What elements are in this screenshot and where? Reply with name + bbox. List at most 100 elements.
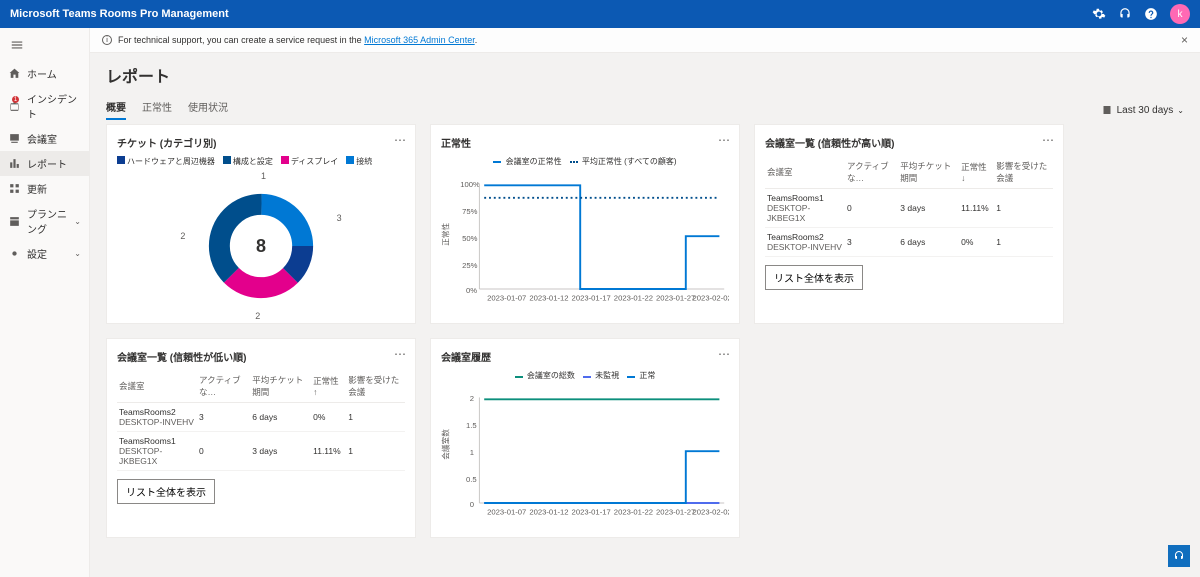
chart-legend: 会議室の総数 未監視 正常 [441, 370, 729, 381]
rooms-table: 会議室 アクティブな… 平均チケット期間 正常性 ↑ 影響を受けた会議 Team… [117, 370, 405, 471]
topbar-actions: k [1092, 4, 1190, 24]
date-range-picker[interactable]: Last 30 days ⌄ [1101, 104, 1184, 116]
chart-legend: ハードウェアと周辺機器 構成と設定 ディスプレイ 接続 [117, 156, 405, 167]
tab-usage[interactable]: 使用状況 [188, 95, 228, 120]
sidebar-item-updates[interactable]: 更新 [0, 176, 89, 201]
svg-text:2023-01-27: 2023-01-27 [656, 508, 695, 517]
sidebar-item-label: プランニング [27, 206, 68, 236]
card-rooms-low-reliability: ⋯ 会議室一覧 (信頼性が低い順) 会議室 アクティブな… 平均チケット期間 正… [106, 338, 416, 538]
card-rooms-high-reliability: ⋯ 会議室一覧 (信頼性が高い順) 会議室 アクティブな… 平均チケット期間 正… [754, 124, 1064, 324]
svg-text:50%: 50% [462, 234, 478, 243]
card-menu-icon[interactable]: ⋯ [394, 347, 407, 361]
banner-text: For technical support, you can create a … [118, 35, 477, 45]
svg-text:2023-02-02: 2023-02-02 [693, 508, 729, 517]
table-row[interactable]: TeamsRooms1DESKTOP-JKBEG1X 0 3 days 11.1… [117, 432, 405, 471]
sidebar-item-label: 会議室 [27, 131, 57, 146]
rooms-table: 会議室 アクティブな… 平均チケット期間 正常性 ↓ 影響を受けた会議 Team… [765, 156, 1053, 257]
avatar[interactable]: k [1170, 4, 1190, 24]
sidebar-item-settings[interactable]: 設定 ⌄ [0, 241, 89, 266]
svg-text:100%: 100% [460, 180, 480, 189]
svg-text:1.5: 1.5 [466, 421, 477, 430]
svg-text:2: 2 [470, 394, 474, 403]
chevron-down-icon: ⌄ [1177, 106, 1184, 115]
calendar-icon [1101, 104, 1113, 116]
svg-text:2023-01-27: 2023-01-27 [656, 294, 695, 303]
close-icon[interactable]: × [1181, 33, 1188, 47]
sidebar-item-label: ホーム [27, 66, 57, 81]
svg-text:2023-01-17: 2023-01-17 [572, 508, 611, 517]
info-icon: i [102, 35, 112, 45]
svg-text:2023-01-07: 2023-01-07 [487, 508, 526, 517]
svg-text:0%: 0% [466, 286, 477, 295]
svg-text:0: 0 [470, 500, 474, 509]
line-chart-health: 正常性 100% 75% 50% 25% 0% 2023-01-07 2023-… [441, 171, 729, 311]
svg-text:2023-02-02: 2023-02-02 [693, 294, 729, 303]
line-chart-room-history: 会議室数 2 1.5 1 0.5 0 2023-01-07 2023-01-12 [441, 385, 729, 525]
sidebar-item-label: 更新 [27, 181, 47, 196]
sidebar-item-incidents[interactable]: 1 インシデント [0, 86, 89, 126]
svg-text:正常性: 正常性 [441, 222, 451, 245]
planning-icon [8, 215, 21, 228]
topbar: Microsoft Teams Rooms Pro Management k [0, 0, 1200, 28]
svg-text:2023-01-12: 2023-01-12 [529, 294, 568, 303]
tab-overview[interactable]: 概要 [106, 95, 126, 120]
info-banner: i For technical support, you can create … [90, 28, 1200, 53]
sidebar-item-label: インシデント [27, 91, 81, 121]
sidebar-item-label: 設定 [27, 246, 47, 261]
update-icon [8, 182, 21, 195]
table-row[interactable]: TeamsRooms1DESKTOP-JKBEG1X 0 3 days 11.1… [765, 189, 1053, 228]
sidebar-item-home[interactable]: ホーム [0, 61, 89, 86]
incident-badge: 1 [12, 96, 19, 103]
svg-text:1: 1 [470, 448, 474, 457]
sidebar-item-label: レポート [27, 156, 67, 171]
donut-chart: 8 1 3 2 2 [117, 171, 405, 321]
card-title: 会議室一覧 (信頼性が高い順) [765, 135, 1053, 150]
room-icon [8, 132, 21, 145]
card-title: 正常性 [441, 135, 729, 150]
banner-link[interactable]: Microsoft 365 Admin Center [364, 35, 475, 45]
card-menu-icon[interactable]: ⋯ [718, 133, 731, 147]
gear-icon[interactable] [1092, 7, 1106, 21]
sidebar: ホーム 1 インシデント 会議室 レポート 更新 プランニング ⌄ 設定 ⌄ [0, 28, 90, 577]
svg-text:2023-01-17: 2023-01-17 [572, 294, 611, 303]
settings-icon [8, 247, 21, 260]
card-tickets-by-category: ⋯ チケット (カテゴリ別) ハードウェアと周辺機器 構成と設定 ディスプレイ … [106, 124, 416, 324]
table-row[interactable]: TeamsRooms2DESKTOP-INVEHV 3 6 days 0% 1 [117, 403, 405, 432]
card-title: 会議室履歴 [441, 349, 729, 364]
card-menu-icon[interactable]: ⋯ [394, 133, 407, 147]
sidebar-item-reports[interactable]: レポート [0, 151, 89, 176]
card-title: チケット (カテゴリ別) [117, 135, 405, 150]
show-all-button[interactable]: リスト全体を表示 [765, 265, 863, 290]
page-title: レポート [106, 63, 1184, 87]
card-menu-icon[interactable]: ⋯ [1042, 133, 1055, 147]
donut-center-value: 8 [256, 236, 266, 257]
svg-text:0.5: 0.5 [466, 475, 477, 484]
app-title: Microsoft Teams Rooms Pro Management [10, 8, 229, 20]
show-all-button[interactable]: リスト全体を表示 [117, 479, 215, 504]
help-icon[interactable] [1144, 7, 1158, 21]
svg-text:25%: 25% [462, 261, 478, 270]
headset-icon[interactable] [1118, 7, 1132, 21]
main-content: i For technical support, you can create … [90, 28, 1200, 577]
svg-text:2023-01-22: 2023-01-22 [614, 508, 653, 517]
svg-text:75%: 75% [462, 207, 478, 216]
chart-legend: 会議室の正常性 平均正常性 (すべての顧客) [441, 156, 729, 167]
card-health: ⋯ 正常性 会議室の正常性 平均正常性 (すべての顧客) 正常性 100% 75… [430, 124, 740, 324]
tab-health[interactable]: 正常性 [142, 95, 172, 120]
card-menu-icon[interactable]: ⋯ [718, 347, 731, 361]
chevron-down-icon: ⌄ [74, 249, 81, 258]
table-row[interactable]: TeamsRooms2DESKTOP-INVEHV 3 6 days 0% 1 [765, 228, 1053, 257]
report-icon [8, 157, 21, 170]
svg-text:2023-01-12: 2023-01-12 [529, 508, 568, 517]
sidebar-item-rooms[interactable]: 会議室 [0, 126, 89, 151]
home-icon [8, 67, 21, 80]
card-room-history: ⋯ 会議室履歴 会議室の総数 未監視 正常 会議室数 2 1.5 1 0.5 0 [430, 338, 740, 538]
help-fab-icon[interactable] [1168, 545, 1190, 567]
chevron-down-icon: ⌄ [74, 217, 81, 226]
sidebar-item-planning[interactable]: プランニング ⌄ [0, 201, 89, 241]
svg-text:2023-01-07: 2023-01-07 [487, 294, 526, 303]
date-range-label: Last 30 days [1117, 105, 1174, 116]
hamburger-icon[interactable] [0, 32, 89, 61]
svg-text:2023-01-22: 2023-01-22 [614, 294, 653, 303]
svg-text:会議室数: 会議室数 [441, 429, 451, 460]
